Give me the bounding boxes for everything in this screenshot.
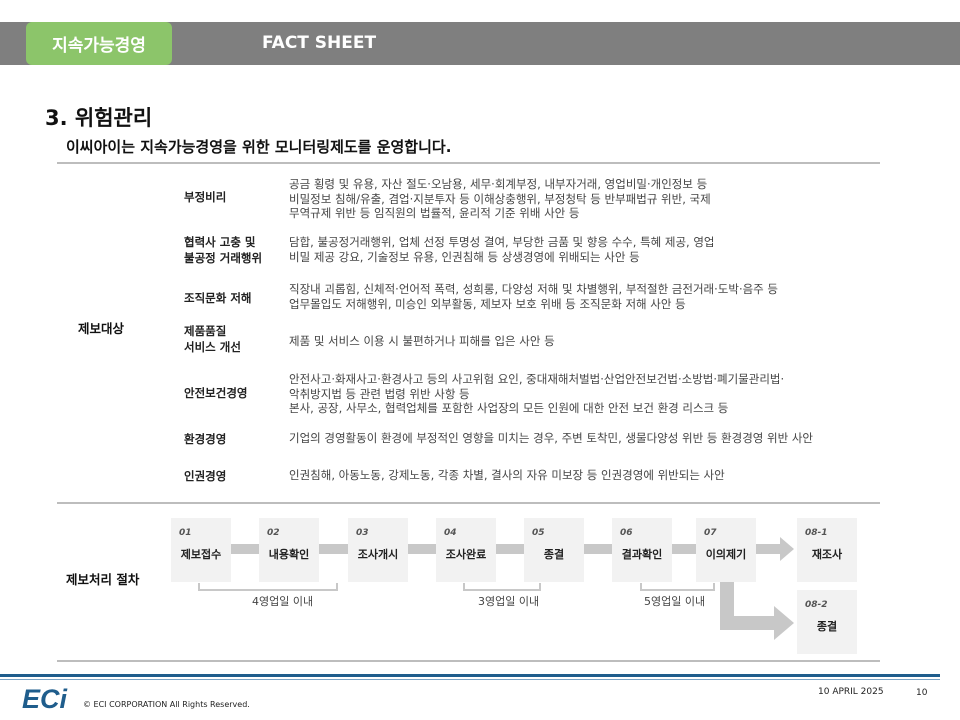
page-number: 10 <box>916 688 928 698</box>
svg-text:ECi: ECi <box>22 684 68 712</box>
flow-connector <box>496 544 524 554</box>
process-label: 제보처리 절차 <box>66 572 140 587</box>
divider-middle <box>57 502 880 504</box>
footer-rule <box>0 674 940 677</box>
copyright-text: © ECI CORPORATION All Rights Reserved. <box>83 700 250 709</box>
section-tag: 지속가능경영 <box>26 22 172 65</box>
category-label: 조직문화 저해 <box>184 291 252 305</box>
category-description: 인권침해, 아동노동, 강제노동, 각종 차별, 결사의 자유 미보장 등 인권… <box>289 468 725 482</box>
process-step: 04 조사완료 <box>436 518 496 582</box>
flow-connector <box>584 544 612 554</box>
category-description: 직장내 괴롭힘, 신체적·언어적 폭력, 성희롱, 다양성 저해 및 차별행위,… <box>289 282 778 311</box>
category-description: 담합, 불공정거래행위, 업체 선정 투명성 결여, 부당한 금품 및 향응 수… <box>289 235 715 264</box>
footer-date: 10 APRIL 2025 <box>818 687 884 697</box>
arrow-down-right-icon <box>720 582 794 640</box>
category-description: 기업의 경영활동이 환경에 부정적인 영향을 미치는 경우, 주변 토착민, 생… <box>289 431 814 445</box>
process-step: 05 종결 <box>524 518 584 582</box>
process-step: 02 내용확인 <box>259 518 319 582</box>
company-logo: ECi <box>22 684 68 712</box>
category-label: 협력사 고충 및 불공정 거래행위 <box>184 235 263 265</box>
process-step: 03 조사개시 <box>348 518 408 582</box>
category-label: 부정비리 <box>184 190 227 204</box>
category-label: 환경경영 <box>184 432 227 446</box>
category-label: 안전보건경영 <box>184 386 248 400</box>
flow-connector <box>231 544 259 554</box>
period-bracket <box>463 583 541 591</box>
category-description: 제품 및 서비스 이용 시 불편하거나 피해를 입은 사안 등 <box>289 334 555 348</box>
process-step: 01 제보접수 <box>171 518 231 582</box>
arrow-right-icon <box>756 537 794 561</box>
flow-connector <box>319 544 348 554</box>
page-title: 3. 위험관리 <box>45 106 153 130</box>
category-label: 인권경영 <box>184 469 227 483</box>
period-bracket <box>198 583 338 591</box>
period-bracket <box>640 583 715 591</box>
flow-connector <box>672 544 696 554</box>
category-description: 공금 횡령 및 유용, 자산 절도·오남용, 세무·회계부정, 내부자거래, 영… <box>289 177 711 220</box>
process-step: 08-2 종결 <box>797 590 857 654</box>
divider-bottom <box>57 660 880 662</box>
period-label: 4영업일 이내 <box>252 595 314 608</box>
report-target-label: 제보대상 <box>78 321 125 336</box>
flow-connector <box>408 544 436 554</box>
period-label: 5영업일 이내 <box>644 595 706 608</box>
process-step: 08-1 재조사 <box>797 518 857 582</box>
category-description: 안전사고·화재사고·환경사고 등의 사고위험 요인, 중대재해처벌법·산업안전보… <box>289 372 785 415</box>
process-step: 07 이의제기 <box>696 518 756 582</box>
period-label: 3영업일 이내 <box>478 595 540 608</box>
process-step: 06 결과확인 <box>612 518 672 582</box>
page-subtitle: 이씨아이는 지속가능경영을 위한 모니터링제도를 운영합니다. <box>66 138 452 156</box>
divider-top <box>57 162 880 164</box>
category-label: 제품품질 서비스 개선 <box>184 324 241 354</box>
header-title: FACT SHEET <box>262 33 377 53</box>
footer-rule-thin <box>0 679 940 680</box>
